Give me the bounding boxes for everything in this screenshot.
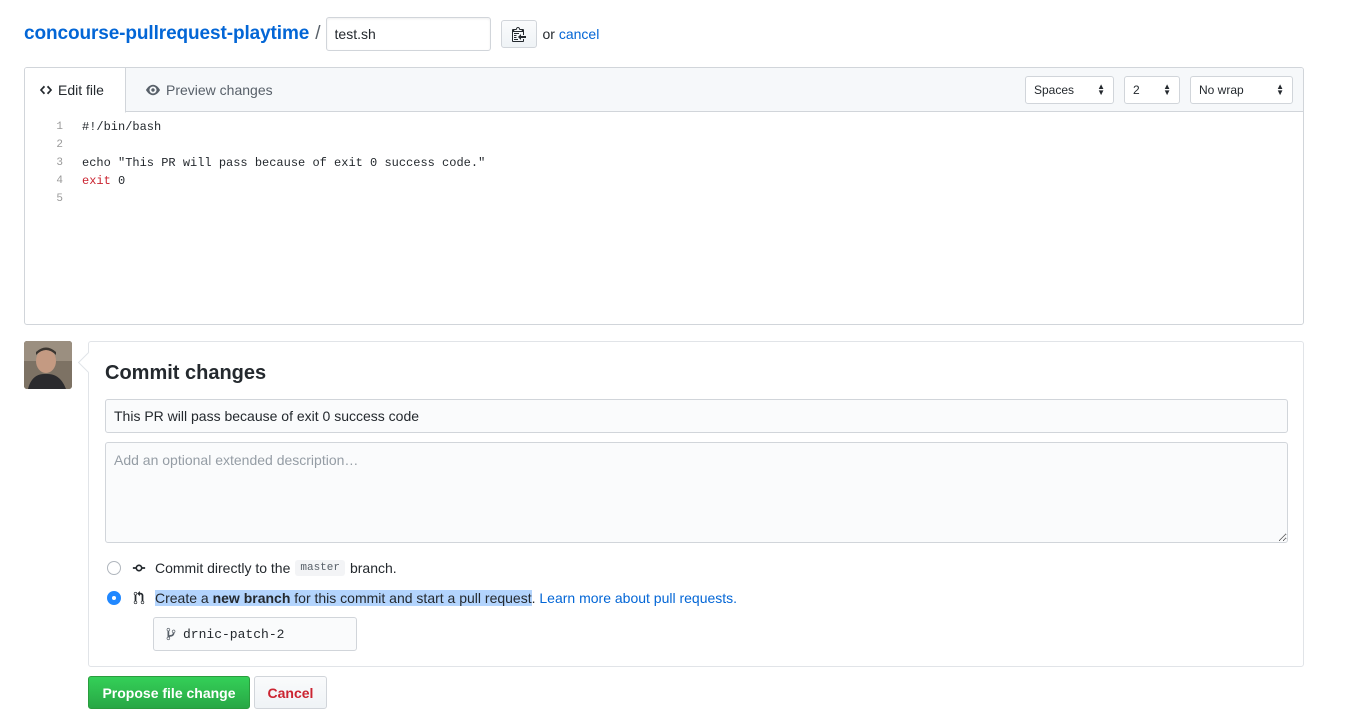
line-number: 3 [56,157,63,169]
git-commit-icon [131,561,147,575]
commit-title: Commit changes [105,362,267,384]
indent-size-select[interactable]: 2 ▲ ▼ [1124,76,1180,104]
cancel-link[interactable]: cancel [559,26,599,42]
filename-input[interactable] [325,17,491,51]
breadcrumb-separator: / [315,23,321,44]
wrap-mode-select[interactable]: No wrap ▲ ▼ [1190,76,1293,104]
avatar [24,341,72,389]
commit-direct-option[interactable]: Commit directly to the master branch. [107,560,397,576]
tab-edit-label: Edit file [58,82,104,98]
tab-edit-file[interactable]: Edit file [25,68,126,113]
new-branch-period: . [531,590,536,606]
indent-mode-value: Spaces [1034,83,1075,97]
tab-preview-label: Preview changes [166,82,273,98]
new-branch-text: Create a new branch for this commit and … [155,590,532,606]
or-cancel: or cancel [543,26,600,42]
git-branch-icon [166,627,176,641]
commit-new-branch-option[interactable]: Create a new branch for this commit and … [107,590,737,606]
code-line: 2 [25,136,1303,154]
commit-direct-prefix: Commit directly to the [155,560,291,576]
line-content: #!/bin/bash [82,120,162,134]
clipboard-icon [511,27,526,42]
branch-name-input[interactable]: drnic-patch-2 [153,617,357,651]
keyword-exit: exit [82,174,111,188]
tab-preview-changes[interactable]: Preview changes [145,68,273,112]
line-content: echo "This PR will pass because of exit … [82,156,486,170]
branch-name-value: drnic-patch-2 [183,626,285,642]
commit-direct-suffix: branch. [349,560,397,576]
select-caret-icon: ▲ ▼ [1097,82,1105,97]
new-branch-suffix: for this commit and start a pull request [294,590,532,606]
radio-commit-direct[interactable] [107,561,121,575]
radio-new-branch[interactable] [107,591,121,605]
indent-mode-select[interactable]: Spaces ▲ ▼ [1025,76,1114,104]
master-branch-label: master [295,560,345,576]
line-number: 1 [56,121,63,133]
commit-description-input[interactable] [105,442,1288,543]
code-line: 4 exit 0 [25,172,1303,190]
new-branch-bold: new branch [212,590,291,606]
learn-more-link[interactable]: Learn more about pull requests. [539,590,737,606]
new-branch-prefix: Create a [155,590,209,606]
file-editor: Edit file Preview changes Spaces ▲ ▼ 2 ▲ ▼… [24,67,1304,325]
clipboard-button[interactable] [500,20,537,48]
avatar-image [24,341,72,389]
code-line: 3 echo "This PR will pass because of exi… [25,154,1303,172]
line-rest: 0 [110,174,126,188]
commit-form: Commit changes Commit directly to the ma… [88,341,1304,667]
wrap-mode-value: No wrap [1199,83,1244,97]
commit-summary-input[interactable] [105,399,1288,433]
code-area[interactable]: 1 #!/bin/bash 2 3 echo "This PR will pas… [25,112,1303,208]
propose-file-change-button[interactable]: Propose file change [88,676,250,709]
cancel-button[interactable]: Cancel [254,676,327,709]
eye-icon [146,84,160,96]
breadcrumb: concourse-pullrequest-playtime / or canc… [24,17,599,51]
repo-link[interactable]: concourse-pullrequest-playtime [24,23,309,45]
editor-toolbar: Edit file Preview changes Spaces ▲ ▼ 2 ▲ ▼… [25,68,1303,113]
select-caret-icon: ▲ ▼ [1276,82,1284,97]
code-line: 1 #!/bin/bash [25,118,1303,136]
line-number: 5 [56,193,63,205]
line-content: exit 0 [63,174,125,188]
git-pull-request-icon [131,591,147,605]
code-icon [39,85,53,95]
indent-size-value: 2 [1133,83,1140,97]
editor-options: Spaces ▲ ▼ 2 ▲ ▼ No wrap ▲ ▼ [1025,76,1293,104]
or-text: or [542,26,555,42]
line-number: 2 [56,139,63,151]
code-line: 5 [25,190,1303,208]
select-caret-icon: ▲ ▼ [1163,82,1171,97]
line-number: 4 [56,175,63,187]
